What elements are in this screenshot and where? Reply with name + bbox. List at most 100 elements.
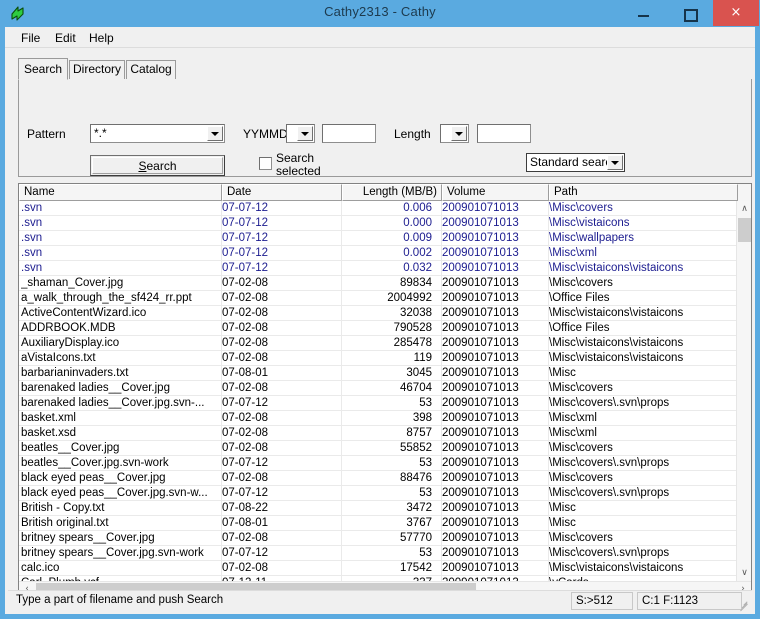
chevron-down-icon[interactable] bbox=[297, 126, 313, 141]
close-button[interactable]: × bbox=[713, 0, 759, 26]
table-row[interactable]: .svn07-07-120.032200901071013\Misc\vista… bbox=[19, 261, 736, 276]
cell-volume: 200901071013 bbox=[442, 501, 542, 515]
cell-name: .svn bbox=[21, 216, 217, 230]
cell-date: 07-02-08 bbox=[222, 426, 342, 440]
cell-volume: 200901071013 bbox=[442, 471, 542, 485]
tab-catalog[interactable]: Catalog bbox=[126, 60, 176, 79]
cell-name: beatles__Cover.jpg bbox=[21, 441, 217, 455]
chevron-down-icon[interactable] bbox=[207, 126, 223, 141]
vertical-scroll-thumb[interactable] bbox=[738, 218, 751, 242]
table-row[interactable]: .svn07-07-120.006200901071013\Misc\cover… bbox=[19, 201, 736, 216]
search-selected-checkbox[interactable] bbox=[259, 157, 272, 170]
cell-length: 53 bbox=[342, 456, 438, 470]
cell-name: AuxiliaryDisplay.ico bbox=[21, 336, 217, 350]
cell-path: \Misc\vistaicons\vistaicons bbox=[549, 351, 736, 365]
cell-length: 0.006 bbox=[342, 201, 438, 215]
cell-length: 57770 bbox=[342, 531, 438, 545]
resize-grip-icon[interactable] bbox=[738, 598, 750, 610]
table-row[interactable]: aVistaIcons.txt07-02-08119200901071013\M… bbox=[19, 351, 736, 366]
cell-date: 07-02-08 bbox=[222, 531, 342, 545]
client-area: File Edit Help Search Directory Catalog … bbox=[5, 27, 755, 614]
scroll-up-button[interactable]: ∧ bbox=[737, 201, 752, 217]
table-row[interactable]: black eyed peas__Cover.jpg07-02-08884762… bbox=[19, 471, 736, 486]
table-row[interactable]: .svn07-07-120.009200901071013\Misc\wallp… bbox=[19, 231, 736, 246]
cell-volume: 200901071013 bbox=[442, 411, 542, 425]
table-row[interactable]: basket.xsd07-02-088757200901071013\Misc\… bbox=[19, 426, 736, 441]
table-row[interactable]: AuxiliaryDisplay.ico07-02-08285478200901… bbox=[19, 336, 736, 351]
cell-volume: 200901071013 bbox=[442, 336, 542, 350]
cell-volume: 200901071013 bbox=[442, 201, 542, 215]
tab-directory[interactable]: Directory bbox=[69, 60, 125, 79]
search-mode-combobox[interactable]: Standard search bbox=[526, 153, 625, 172]
cell-length: 53 bbox=[342, 546, 438, 560]
yymmdd-combobox[interactable] bbox=[286, 124, 315, 143]
table-row[interactable]: britney spears__Cover.jpg.svn-work07-07-… bbox=[19, 546, 736, 561]
cell-length: 53 bbox=[342, 486, 438, 500]
column-header-length[interactable]: Length (MB/B) bbox=[342, 184, 442, 201]
table-row[interactable]: ADDRBOOK.MDB07-02-08790528200901071013\O… bbox=[19, 321, 736, 336]
cell-length: 3045 bbox=[342, 366, 438, 380]
cell-date: 07-07-12 bbox=[222, 216, 342, 230]
tab-search[interactable]: Search bbox=[18, 58, 68, 80]
cell-path: \Misc\covers\.svn\props bbox=[549, 546, 736, 560]
status-bar: Type a part of filename and push Search … bbox=[8, 590, 752, 611]
table-row[interactable]: basket.xml07-02-08398200901071013\Misc\x… bbox=[19, 411, 736, 426]
cell-length: 88476 bbox=[342, 471, 438, 485]
column-header-date[interactable]: Date bbox=[222, 184, 342, 201]
table-row[interactable]: .svn07-07-120.000200901071013\Misc\vista… bbox=[19, 216, 736, 231]
cell-name: .svn bbox=[21, 246, 217, 260]
menu-item-edit[interactable]: Edit bbox=[50, 30, 81, 46]
search-form: Pattern *.* YYMMDD Length Search bbox=[18, 80, 752, 177]
table-row[interactable]: calc.ico07-02-0817542200901071013\Misc\v… bbox=[19, 561, 736, 576]
pattern-combobox[interactable]: *.* bbox=[90, 124, 225, 143]
cell-path: \Misc\covers bbox=[549, 381, 736, 395]
column-header-name[interactable]: Name bbox=[19, 184, 222, 201]
length-combobox[interactable] bbox=[440, 124, 469, 143]
table-row[interactable]: britney spears__Cover.jpg07-02-085777020… bbox=[19, 531, 736, 546]
table-row[interactable]: .svn07-07-120.002200901071013\Misc\xml bbox=[19, 246, 736, 261]
maximize-button[interactable] bbox=[667, 0, 713, 26]
column-header-path[interactable]: Path bbox=[549, 184, 738, 201]
cell-length: 2004992 bbox=[342, 291, 438, 305]
table-row[interactable]: barenaked ladies__Cover.jpg.svn-...07-07… bbox=[19, 396, 736, 411]
cell-length: 3767 bbox=[342, 516, 438, 530]
menu-bar: File Edit Help bbox=[5, 27, 755, 48]
cell-name: a_walk_through_the_sf424_rr.ppt bbox=[21, 291, 217, 305]
cell-date: 07-07-12 bbox=[222, 546, 342, 560]
cell-path: \Office Files bbox=[549, 321, 736, 335]
cell-date: 07-02-08 bbox=[222, 291, 342, 305]
table-row[interactable]: black eyed peas__Cover.jpg.svn-w...07-07… bbox=[19, 486, 736, 501]
menu-item-file[interactable]: File bbox=[16, 30, 45, 46]
table-row[interactable]: _shaman_Cover.jpg07-02-08898342009010710… bbox=[19, 276, 736, 291]
cell-name: _shaman_Cover.jpg bbox=[21, 276, 217, 290]
length-input[interactable] bbox=[477, 124, 531, 143]
minimize-button[interactable] bbox=[621, 0, 667, 26]
cell-volume: 200901071013 bbox=[442, 291, 542, 305]
chevron-down-icon[interactable] bbox=[451, 126, 467, 141]
table-row[interactable]: British - Copy.txt07-08-2234722009010710… bbox=[19, 501, 736, 516]
search-button[interactable]: Search bbox=[90, 155, 225, 176]
scroll-down-button[interactable]: ∨ bbox=[737, 565, 752, 581]
cell-length: 398 bbox=[342, 411, 438, 425]
app-green-arrow-icon bbox=[9, 5, 26, 22]
table-row[interactable]: a_walk_through_the_sf424_rr.ppt07-02-082… bbox=[19, 291, 736, 306]
table-row[interactable]: ActiveContentWizard.ico07-02-08320382009… bbox=[19, 306, 736, 321]
cell-path: \Office Files bbox=[549, 291, 736, 305]
cell-date: 07-07-12 bbox=[222, 456, 342, 470]
table-row[interactable]: British original.txt07-08-01376720090107… bbox=[19, 516, 736, 531]
results-listview[interactable]: Name Date Length (MB/B) Volume Path .svn… bbox=[18, 183, 752, 598]
column-header-volume[interactable]: Volume bbox=[442, 184, 549, 201]
yymmdd-input[interactable] bbox=[322, 124, 376, 143]
table-row[interactable]: barbarianinvaders.txt07-08-0130452009010… bbox=[19, 366, 736, 381]
menu-item-help[interactable]: Help bbox=[84, 30, 119, 46]
table-row[interactable]: beatles__Cover.jpg.svn-work07-07-1253200… bbox=[19, 456, 736, 471]
vertical-scrollbar[interactable]: ∧ ∨ bbox=[736, 201, 751, 581]
cell-volume: 200901071013 bbox=[442, 306, 542, 320]
cell-path: \Misc\vistaicons\vistaicons bbox=[549, 261, 736, 275]
table-row[interactable]: beatles__Cover.jpg07-02-0855852200901071… bbox=[19, 441, 736, 456]
cell-length: 53 bbox=[342, 396, 438, 410]
cell-date: 07-02-08 bbox=[222, 441, 342, 455]
cell-path: \Misc\vistaicons\vistaicons bbox=[549, 306, 736, 320]
table-row[interactable]: barenaked ladies__Cover.jpg07-02-0846704… bbox=[19, 381, 736, 396]
chevron-down-icon[interactable] bbox=[607, 155, 623, 170]
